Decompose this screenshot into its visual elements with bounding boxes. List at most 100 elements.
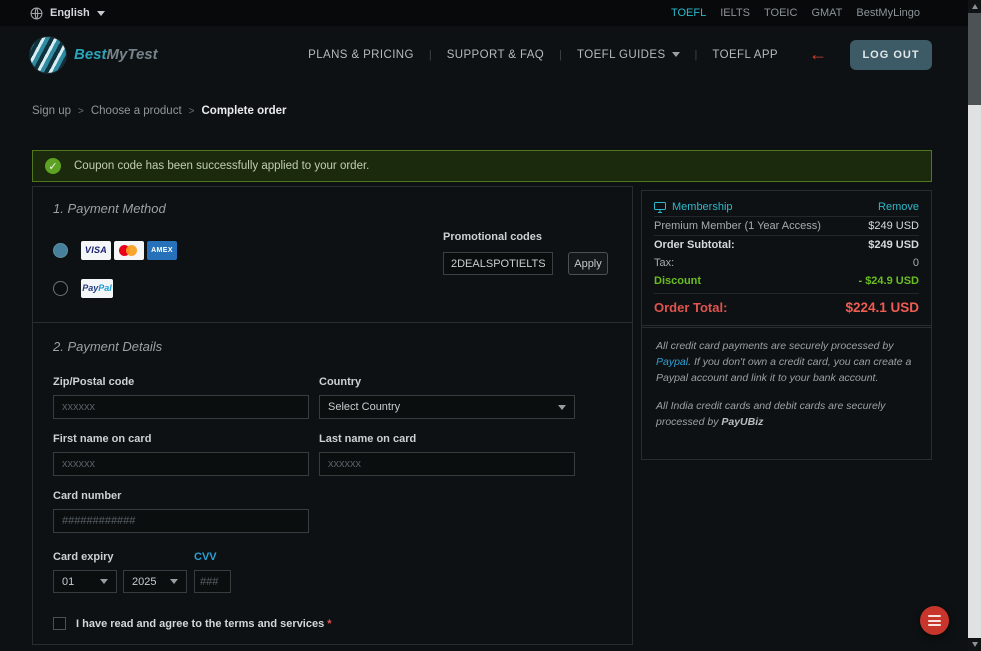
order-total-value: $224.1 USD bbox=[845, 300, 919, 315]
item-label: Premium Member (1 Year Access) bbox=[654, 220, 821, 232]
nav-toefl-guides-label: TOEFL GUIDES bbox=[577, 48, 666, 61]
vertical-scrollbar[interactable] bbox=[968, 0, 981, 651]
subtotal-row: Order Subtotal: $249 USD bbox=[654, 235, 919, 254]
nav-separator: | bbox=[428, 48, 432, 61]
alert-message: Coupon code has been successfully applie… bbox=[74, 160, 370, 172]
scroll-up-icon bbox=[971, 4, 978, 9]
mastercard-orange-circle bbox=[126, 244, 137, 256]
globe-icon bbox=[30, 7, 43, 19]
card-number-input[interactable] bbox=[53, 509, 309, 533]
apply-button[interactable]: Apply bbox=[568, 252, 608, 275]
brand-name: BestMyTest bbox=[74, 46, 158, 63]
notes-p2-text: All India credit cards and debit cards a… bbox=[656, 400, 886, 428]
promo-code-input[interactable] bbox=[443, 252, 553, 275]
paypal-icon: Pay Pal bbox=[81, 278, 113, 298]
hamburger-icon bbox=[928, 624, 941, 626]
method-paypal: Pay Pal bbox=[53, 278, 612, 298]
terms-checkbox[interactable] bbox=[53, 617, 66, 630]
subtotal-value: $249 USD bbox=[868, 239, 919, 251]
card-expiry-group: Card expiry 01 2025 bbox=[53, 551, 187, 593]
hamburger-icon bbox=[928, 619, 941, 622]
scrollbar-thumb[interactable] bbox=[968, 13, 981, 105]
summary-header-row: Membership Remove bbox=[654, 198, 919, 216]
expiry-month-value: 01 bbox=[62, 575, 75, 588]
membership-title: Membership bbox=[654, 201, 733, 213]
nav-support-faq[interactable]: SUPPORT & FAQ bbox=[447, 49, 544, 61]
promo-code-block: Promotional codes Apply bbox=[443, 231, 621, 275]
brand-name-first: Best bbox=[74, 46, 107, 63]
discount-value: - $24.9 USD bbox=[858, 275, 919, 287]
promo-label: Promotional codes bbox=[443, 231, 543, 243]
last-name-label: Last name on card bbox=[319, 433, 417, 445]
required-asterisk: * bbox=[327, 617, 332, 630]
payment-notes-card: All credit card payments are securely pr… bbox=[641, 325, 932, 460]
expiry-year-select[interactable]: 2025 bbox=[123, 570, 187, 593]
expiry-month-select[interactable]: 01 bbox=[53, 570, 117, 593]
paypal-radio[interactable] bbox=[53, 280, 68, 296]
breadcrumb-signup[interactable]: Sign up bbox=[32, 105, 71, 117]
notes-paragraph-1: All credit card payments are securely pr… bbox=[656, 339, 917, 386]
payment-panel: 1. Payment Method VISA AMEX Pay Pal Promo… bbox=[32, 186, 633, 645]
chevron-down-icon bbox=[170, 579, 178, 584]
remove-link[interactable]: Remove bbox=[878, 201, 919, 213]
form-spacer bbox=[319, 476, 575, 533]
section-divider bbox=[33, 322, 632, 323]
hamburger-icon bbox=[928, 615, 941, 617]
nav-toefl-app[interactable]: TOEFL APP bbox=[712, 49, 778, 61]
first-name-field: First name on card bbox=[53, 433, 309, 476]
toplink-bestmylingo[interactable]: BestMyLingo bbox=[856, 7, 920, 19]
toplink-toefl[interactable]: TOEFL bbox=[671, 7, 706, 19]
first-name-input[interactable] bbox=[53, 452, 309, 476]
card-number-label: Card number bbox=[53, 490, 122, 502]
chevron-down-icon bbox=[558, 404, 566, 410]
cvv-label: CVV bbox=[194, 551, 217, 563]
paypal-link[interactable]: Paypal bbox=[656, 356, 688, 368]
notes-p1-after: . If you don't own a credit card, you ca… bbox=[656, 355, 912, 384]
payment-details-form: Zip/Postal code Country Select Country F… bbox=[53, 362, 612, 593]
item-price: $249 USD bbox=[868, 220, 919, 232]
cvv-input[interactable] bbox=[194, 570, 231, 593]
notes-paragraph-2: All India credit cards and debit cards a… bbox=[656, 399, 917, 431]
brand-name-second: MyTest bbox=[106, 46, 158, 63]
zip-input[interactable] bbox=[53, 395, 309, 419]
country-select-value: Select Country bbox=[328, 401, 401, 413]
mastercard-icon bbox=[114, 240, 144, 260]
breadcrumb: Sign up > Choose a product > Complete or… bbox=[32, 105, 287, 117]
zip-label: Zip/Postal code bbox=[53, 376, 135, 388]
language-selector[interactable]: English bbox=[30, 7, 105, 20]
exam-links: TOEFL IELTS TOEIC GMAT BestMyLingo bbox=[671, 7, 920, 19]
toplink-gmat[interactable]: GMAT bbox=[811, 7, 842, 19]
last-name-field: Last name on card bbox=[319, 433, 575, 476]
terms-row: I have read and agree to the terms and s… bbox=[53, 617, 612, 630]
nav-toefl-guides[interactable]: TOEFL GUIDES bbox=[577, 49, 680, 61]
zip-field: Zip/Postal code bbox=[53, 376, 309, 419]
promo-row: Apply bbox=[443, 252, 621, 275]
main-header: BestMyTest PLANS & PRICING | SUPPORT & F… bbox=[0, 26, 968, 83]
expiry-selects: 01 2025 bbox=[53, 570, 187, 593]
membership-title-label: Membership bbox=[672, 201, 733, 213]
coupon-success-alert: ✓ Coupon code has been successfully appl… bbox=[32, 150, 932, 182]
back-arrow-icon[interactable]: ← bbox=[809, 44, 827, 65]
check-icon: ✓ bbox=[45, 158, 61, 174]
toplink-ielts[interactable]: IELTS bbox=[720, 7, 750, 19]
toplink-toeic[interactable]: TOEIC bbox=[764, 7, 797, 19]
scroll-down-button[interactable] bbox=[968, 638, 981, 651]
visa-icon: VISA bbox=[81, 240, 111, 260]
nav-separator: | bbox=[559, 48, 563, 61]
amex-icon: AMEX bbox=[147, 240, 177, 260]
terms-text: I have read and agree to the terms and s… bbox=[76, 618, 332, 630]
breadcrumb-choose-product[interactable]: Choose a product bbox=[91, 105, 182, 117]
total-row: Order Total: $224.1 USD bbox=[654, 293, 919, 318]
cvv-group: CVV bbox=[194, 551, 231, 593]
floating-menu-button[interactable] bbox=[920, 606, 949, 635]
brand-logo[interactable]: BestMyTest bbox=[30, 36, 158, 73]
scroll-up-button[interactable] bbox=[968, 0, 981, 13]
last-name-input[interactable] bbox=[319, 452, 575, 476]
country-select[interactable]: Select Country bbox=[319, 395, 575, 419]
nav-plans-pricing[interactable]: PLANS & PRICING bbox=[308, 49, 414, 61]
logout-button[interactable]: LOG OUT bbox=[850, 39, 932, 70]
notes-p1-before: All credit card payments are securely pr… bbox=[656, 340, 894, 352]
credit-card-radio[interactable] bbox=[53, 242, 68, 258]
chevron-down-icon bbox=[100, 579, 108, 584]
discount-row: Discount - $24.9 USD bbox=[654, 272, 919, 290]
